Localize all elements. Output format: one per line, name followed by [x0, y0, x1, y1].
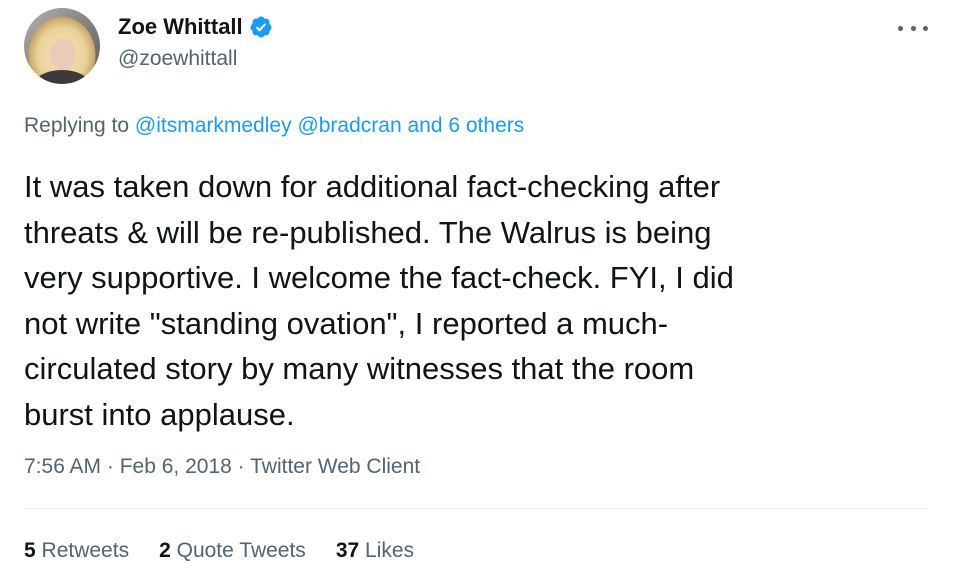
likes-label: Likes	[365, 539, 415, 562]
quote-tweets-label: Quote Tweets	[176, 539, 306, 562]
more-dot	[898, 25, 903, 31]
tweet-text-line: threats & will be re-published. The Walr…	[24, 214, 712, 250]
tweet-text-line: not write "standing ovation", I reported…	[24, 305, 669, 341]
divider	[24, 508, 928, 509]
tweet-date[interactable]: Feb 6, 2018	[120, 455, 232, 478]
tweet-card: Zoe Whittall @zoewhittall Replying to @i…	[0, 0, 958, 578]
tweet-text-line: It was taken down for additional fact-ch…	[24, 169, 721, 204]
tweet-text-line: circulated story by many witnesses that …	[24, 351, 695, 386]
tweet-client[interactable]: Twitter Web Client	[250, 455, 420, 478]
and-others-link[interactable]: and 6 others	[407, 114, 524, 137]
more-options-icon[interactable]	[898, 18, 928, 38]
verified-badge-icon	[250, 16, 272, 38]
avatar-shirt	[34, 70, 90, 84]
tweet-text-line: very supportive. I welcome the fact-chec…	[24, 260, 734, 295]
more-dot	[923, 25, 928, 31]
more-dot	[910, 25, 916, 31]
tweet-text: It was taken down for additional fact-ch…	[24, 164, 924, 437]
replying-to: Replying to @itsmarkmedley @bradcran and…	[24, 112, 524, 140]
replying-to-prefix: Replying to	[24, 114, 135, 137]
retweets-count: 5	[24, 539, 36, 562]
tweet-stats: 5 Retweets 2 Quote Tweets 37 Likes	[24, 536, 414, 566]
tweet-time[interactable]: 7:56 AM	[24, 455, 101, 478]
likes-stat[interactable]: 37 Likes	[336, 536, 414, 566]
retweets-label: Retweets	[41, 539, 130, 562]
mention-bradcran[interactable]: @bradcran	[297, 114, 401, 137]
retweets-stat[interactable]: 5 Retweets	[24, 536, 129, 566]
mention-itsmarkmedley[interactable]: @itsmarkmedley	[135, 114, 292, 137]
avatar-face	[50, 38, 76, 70]
quote-tweets-count: 2	[159, 539, 171, 562]
tweet-text-line: burst into applause.	[24, 396, 295, 432]
author-name-row: Zoe Whittall	[118, 14, 273, 40]
tweet-meta: 7:56 AM · Feb 6, 2018 · Twitter Web Clie…	[24, 455, 421, 478]
quote-tweets-stat[interactable]: 2 Quote Tweets	[159, 536, 306, 566]
likes-count: 37	[335, 539, 360, 562]
author-handle[interactable]: @zoewhittall	[118, 46, 237, 72]
author-name[interactable]: Zoe Whittall	[118, 14, 243, 40]
avatar[interactable]	[24, 8, 100, 84]
